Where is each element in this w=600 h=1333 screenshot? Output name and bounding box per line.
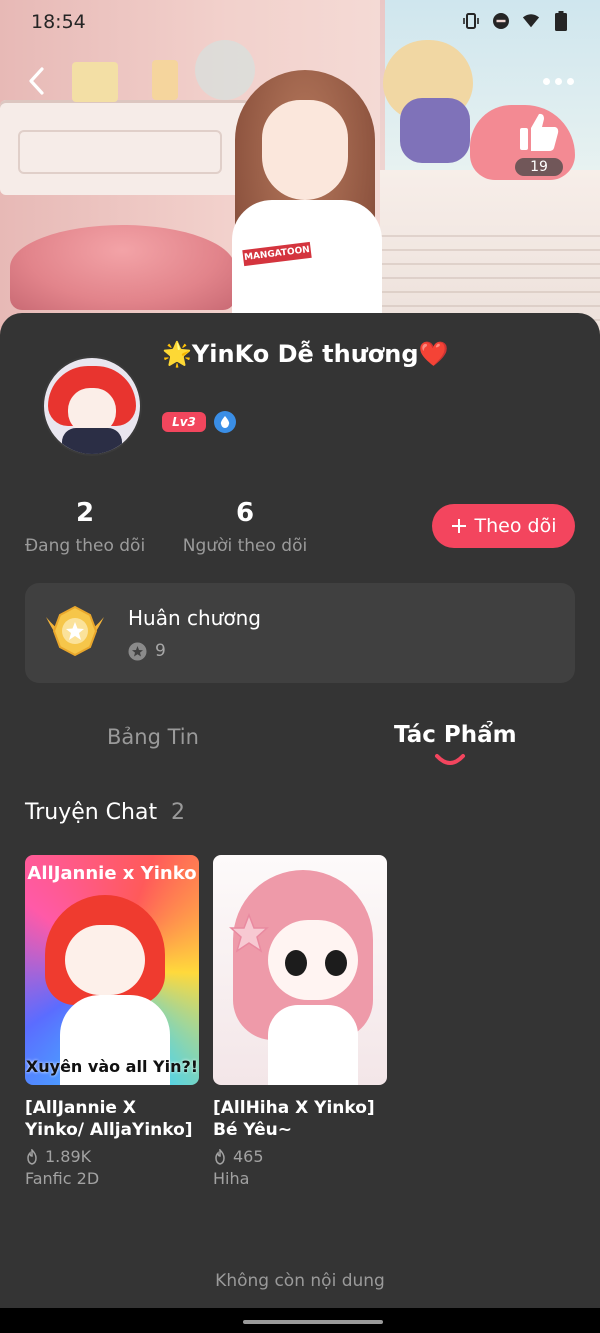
avatar[interactable] bbox=[42, 356, 142, 456]
work-card[interactable]: [AllHiha X Yinko] Bé Yêu~ 465 Hiha bbox=[213, 855, 387, 1188]
status-bar: 18:54 bbox=[0, 0, 600, 42]
cover-stool bbox=[10, 225, 235, 310]
battery-icon bbox=[552, 11, 570, 31]
medal-card[interactable] bbox=[25, 583, 575, 683]
wifi-icon bbox=[522, 12, 540, 30]
medal-icon bbox=[44, 603, 106, 663]
active-tab-indicator bbox=[435, 754, 465, 765]
work-views: 465 bbox=[233, 1147, 264, 1166]
section-title: Truyện Chat bbox=[25, 800, 158, 825]
cover-brush-cup bbox=[152, 60, 178, 100]
cover-art-top-text: AllJannie x Yinko bbox=[27, 863, 197, 884]
fire-icon bbox=[215, 1148, 225, 1165]
work-card[interactable]: AllJannie x Yinko Xuyên vào all Yin?! [A… bbox=[25, 855, 199, 1188]
status-icons bbox=[462, 11, 570, 31]
home-gesture-handle[interactable] bbox=[243, 1320, 383, 1324]
follow-button-label: Theo dõi bbox=[474, 515, 557, 537]
work-cover-image[interactable] bbox=[213, 855, 387, 1085]
cover-gift-box bbox=[72, 62, 118, 102]
work-views-row: 465 bbox=[213, 1147, 387, 1166]
more-dot-icon bbox=[542, 77, 550, 85]
tab-news-feed[interactable]: Bảng Tin bbox=[107, 725, 199, 749]
water-drop-badge-icon[interactable] bbox=[214, 411, 236, 433]
end-of-content-text: Không còn nội dung bbox=[215, 1271, 385, 1291]
work-title: [AllJannie X Yinko/ AlljaYinko] Tôi Xu..… bbox=[25, 1098, 193, 1140]
star-hairclip-icon bbox=[229, 913, 269, 953]
medal-title: Huân chương bbox=[128, 606, 261, 630]
cover-art-body bbox=[268, 1005, 358, 1085]
following-stat[interactable]: 2 Đang theo dõi bbox=[25, 498, 145, 556]
chevron-left-icon bbox=[29, 67, 44, 95]
following-label: Đang theo dõi bbox=[25, 536, 146, 556]
medal-count-row: 9 bbox=[128, 641, 166, 661]
work-views: 1.89K bbox=[45, 1147, 92, 1166]
followers-label: Người theo dõi bbox=[182, 536, 308, 556]
work-title: [AllHiha X Yinko] Bé Yêu~ bbox=[213, 1098, 375, 1140]
cover-art-eye bbox=[325, 950, 347, 976]
medal-star-icon bbox=[128, 642, 147, 660]
work-author: Fanfic 2D bbox=[25, 1169, 100, 1188]
cover-vase bbox=[195, 40, 255, 100]
status-time: 18:54 bbox=[31, 11, 86, 33]
cover-art-eye bbox=[285, 950, 307, 976]
cover-drawer bbox=[18, 130, 222, 174]
tab-works[interactable]: Tác Phẩm bbox=[394, 722, 517, 748]
follow-button[interactable]: Theo dõi bbox=[432, 504, 575, 548]
followers-stat[interactable]: 6 Người theo dõi bbox=[180, 498, 310, 556]
following-count: 2 bbox=[75, 498, 95, 528]
level-badge[interactable]: Lv3 bbox=[162, 412, 206, 432]
cover-art-face bbox=[65, 925, 145, 995]
work-cover-image[interactable]: AllJannie x Yinko Xuyên vào all Yin?! bbox=[25, 855, 199, 1085]
avatar-body bbox=[62, 428, 122, 454]
plus-icon bbox=[451, 519, 466, 533]
followers-count: 6 bbox=[235, 498, 255, 528]
do-not-disturb-icon bbox=[492, 12, 510, 30]
like-count: 19 bbox=[515, 158, 563, 176]
cover-girl-face bbox=[262, 100, 348, 200]
cover-cat-body bbox=[400, 98, 470, 163]
profile-cover-image: MANGATOON bbox=[0, 0, 600, 340]
more-options-button[interactable] bbox=[533, 66, 583, 96]
more-dot-icon bbox=[554, 77, 562, 85]
work-views-row: 1.89K bbox=[25, 1147, 199, 1166]
thumbs-up-icon bbox=[520, 113, 559, 151]
vibrate-icon bbox=[462, 12, 480, 30]
medal-count: 9 bbox=[155, 641, 166, 661]
work-author: Hiha bbox=[213, 1169, 250, 1188]
section-count: 2 bbox=[171, 800, 185, 825]
username: 🌟YinKo Dễ thương❤️ bbox=[162, 340, 449, 368]
fire-icon bbox=[27, 1148, 37, 1165]
more-dot-icon bbox=[566, 77, 574, 85]
cover-art-bottom-text: Xuyên vào all Yin?! bbox=[25, 1057, 199, 1076]
back-button[interactable] bbox=[18, 62, 56, 100]
like-button[interactable]: 19 bbox=[512, 110, 566, 184]
